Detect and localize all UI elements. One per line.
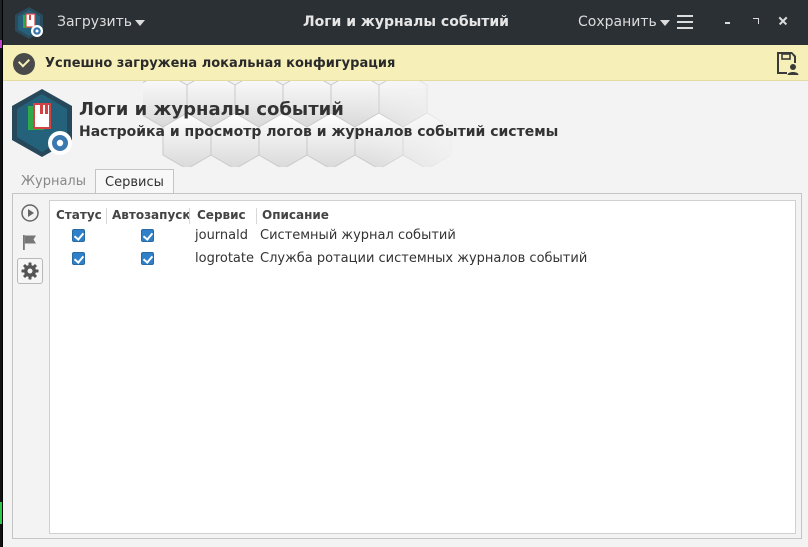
status-checkbox[interactable] [72,252,85,265]
page-subtitle: Настройка и просмотр логов и журналов со… [79,124,559,140]
status-checkbox[interactable] [72,229,85,242]
hamburger-menu-icon[interactable] [677,15,693,29]
load-menu-button[interactable]: Загрузить [57,14,146,30]
table-row[interactable]: journald Системный журнал событий [50,225,795,247]
start-service-button[interactable] [17,200,43,226]
info-message: Успешно загружена локальная конфигурация [45,56,396,71]
close-icon[interactable] [775,13,791,29]
load-menu-label: Загрузить [57,14,133,30]
chevron-down-icon [135,20,146,26]
save-config-icon[interactable] [775,50,799,76]
gear-icon [21,262,39,280]
service-settings-button[interactable] [17,258,43,284]
app-icon [15,7,43,39]
check-circle-icon [13,53,35,75]
autostart-checkbox[interactable] [141,252,154,265]
chevron-down-icon [659,20,670,26]
service-description: Служба ротации системных журналов событи… [260,251,588,266]
service-name: logrotate [195,251,254,266]
tab-bar: Журналы Сервисы [12,169,174,194]
info-bar: Успешно загружена локальная конфигурация [3,45,808,81]
page-title: Логи и журналы событий [79,99,344,120]
column-divider [106,208,107,224]
column-divider [189,208,190,224]
column-header-description[interactable]: Описание [262,205,329,225]
service-name: journald [195,228,248,243]
service-description: Системный журнал событий [260,228,456,243]
play-circle-icon [21,204,39,222]
services-panel: Статус Автозапуск Сервис Описание journa… [12,193,802,539]
minimize-icon[interactable] [721,14,735,28]
flag-icon [23,235,36,250]
column-divider [256,208,257,224]
save-menu-label: Сохранить [578,14,657,30]
table-row[interactable]: logrotate Служба ротации системных журна… [50,248,795,270]
services-table: Статус Автозапуск Сервис Описание journa… [49,200,796,534]
column-header-status[interactable]: Статус [56,205,102,225]
header-bar: Загрузить Логи и журналы событий Сохрани… [3,0,808,45]
tab-logs[interactable]: Журналы [12,169,95,194]
side-toolbar [17,200,43,287]
autostart-checkbox[interactable] [141,229,154,242]
page-banner: Логи и журналы событий Настройка и просм… [3,81,808,167]
save-menu-button[interactable]: Сохранить [578,14,670,30]
table-header: Статус Автозапуск Сервис Описание [50,205,795,225]
tab-services[interactable]: Сервисы [95,169,174,194]
flag-button[interactable] [17,229,43,255]
column-header-service[interactable]: Сервис [197,205,246,225]
logs-app-icon [12,89,72,157]
column-header-autostart[interactable]: Автозапуск [112,205,191,225]
maximize-icon[interactable] [749,14,763,28]
app-window: Загрузить Логи и журналы событий Сохрани… [2,0,808,547]
